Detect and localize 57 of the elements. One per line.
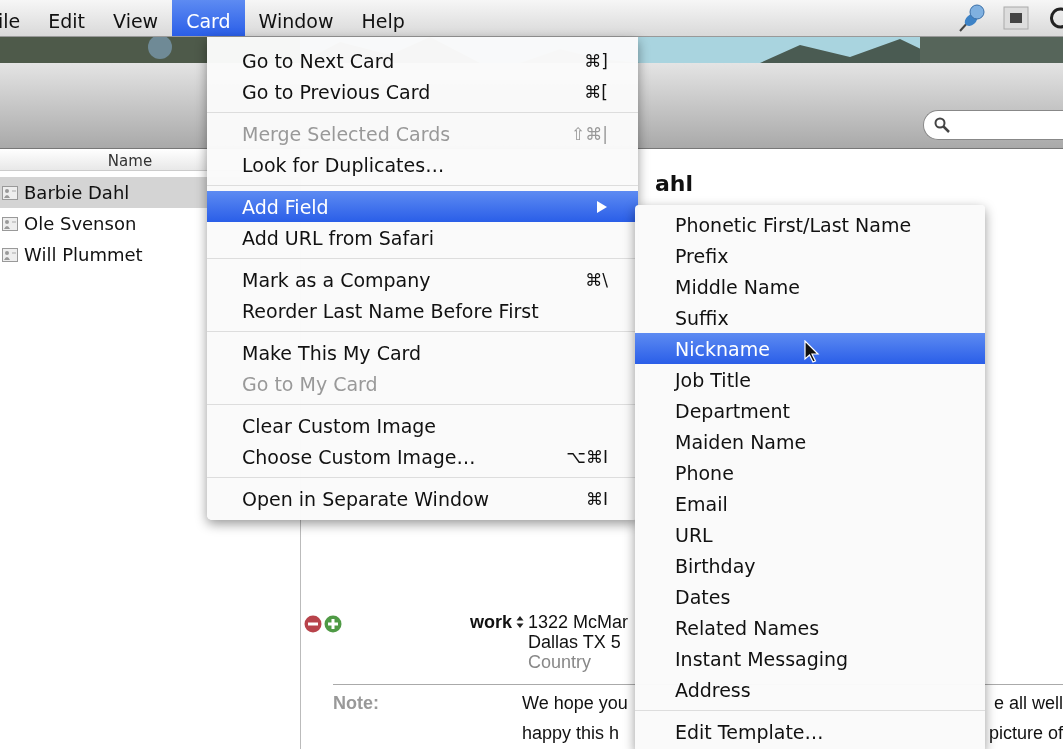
menu-title[interactable]: Card <box>172 0 245 36</box>
stepper-icon[interactable] <box>516 615 524 629</box>
menu-title[interactable]: View <box>99 0 173 36</box>
menu-item[interactable]: Reorder Last Name Before First <box>207 295 638 326</box>
menu-item[interactable]: Choose Custom Image… ⌥⌘I <box>207 441 638 472</box>
menu-item[interactable]: Related Names <box>635 612 985 643</box>
menu-item[interactable]: Job Title <box>635 364 985 395</box>
contact-name-heading: ahl <box>655 171 695 196</box>
search-icon <box>934 117 950 133</box>
pushpin-icon[interactable] <box>957 3 985 33</box>
menu-item[interactable]: Mark as a Company ⌘\ <box>207 264 638 295</box>
menu-item[interactable]: Open in Separate Window ⌘I <box>207 483 638 514</box>
menu-item[interactable]: Prefix <box>635 240 985 271</box>
menu-item[interactable]: Phonetic First/Last Name <box>635 209 985 240</box>
mouse-pointer-icon <box>804 340 820 364</box>
menu-item[interactable]: Phone <box>635 457 985 488</box>
menu-item[interactable]: Address <box>635 674 985 705</box>
menu-item[interactable]: Go to Previous Card ⌘[ <box>207 76 638 107</box>
contact-name: Barbie Dahl <box>24 182 130 203</box>
menu-item[interactable]: Edit Template… <box>635 716 985 747</box>
menu-item[interactable]: Nickname <box>635 333 985 364</box>
add-icon[interactable] <box>324 615 342 633</box>
menu-item[interactable]: Maiden Name <box>635 426 985 457</box>
field-label: Note: <box>333 693 380 714</box>
menu-item[interactable]: Birthday <box>635 550 985 581</box>
menu-item[interactable]: Add Field <box>207 191 638 222</box>
contact-card-icon <box>2 185 18 200</box>
contact-name: Ole Svenson <box>24 213 137 234</box>
contact-card-icon <box>2 247 18 262</box>
placeholder-text: Country <box>528 652 593 672</box>
note-text: happy this h <box>522 723 620 744</box>
menu-item[interactable]: Add URL from Safari <box>207 222 638 253</box>
menu-item[interactable]: Dates <box>635 581 985 612</box>
menu-item[interactable]: Clear Custom Image <box>207 410 638 441</box>
menu-item[interactable]: Go to Next Card ⌘] <box>207 45 638 76</box>
menu-item[interactable]: Department <box>635 395 985 426</box>
menu-item[interactable]: Suffix <box>635 302 985 333</box>
search-field[interactable] <box>923 110 1063 140</box>
submenu-arrow-icon <box>596 199 608 214</box>
address-line: 1322 McMar <box>528 612 629 632</box>
menu-item[interactable]: Instant Messaging <box>635 643 985 674</box>
remove-icon[interactable] <box>304 615 322 633</box>
address-line: Dallas TX 5 <box>528 632 622 652</box>
contact-card-icon <box>2 216 18 231</box>
menu-title[interactable]: Window <box>244 0 348 36</box>
menu-title[interactable]: ile <box>0 0 35 36</box>
note-text: We hope you <box>522 693 628 714</box>
menu-item[interactable]: Email <box>635 488 985 519</box>
field-label[interactable]: work <box>342 612 516 633</box>
contact-name: Will Plummet <box>24 244 143 265</box>
menu-item[interactable]: Middle Name <box>635 271 985 302</box>
menu-item[interactable]: URL <box>635 519 985 550</box>
menu-title[interactable]: Edit <box>34 0 100 36</box>
note-text: picture of <box>988 723 1063 744</box>
menu-item[interactable]: Make This My Card <box>207 337 638 368</box>
menu-title[interactable]: Help <box>347 0 419 36</box>
note-text: e all well <box>993 693 1063 714</box>
